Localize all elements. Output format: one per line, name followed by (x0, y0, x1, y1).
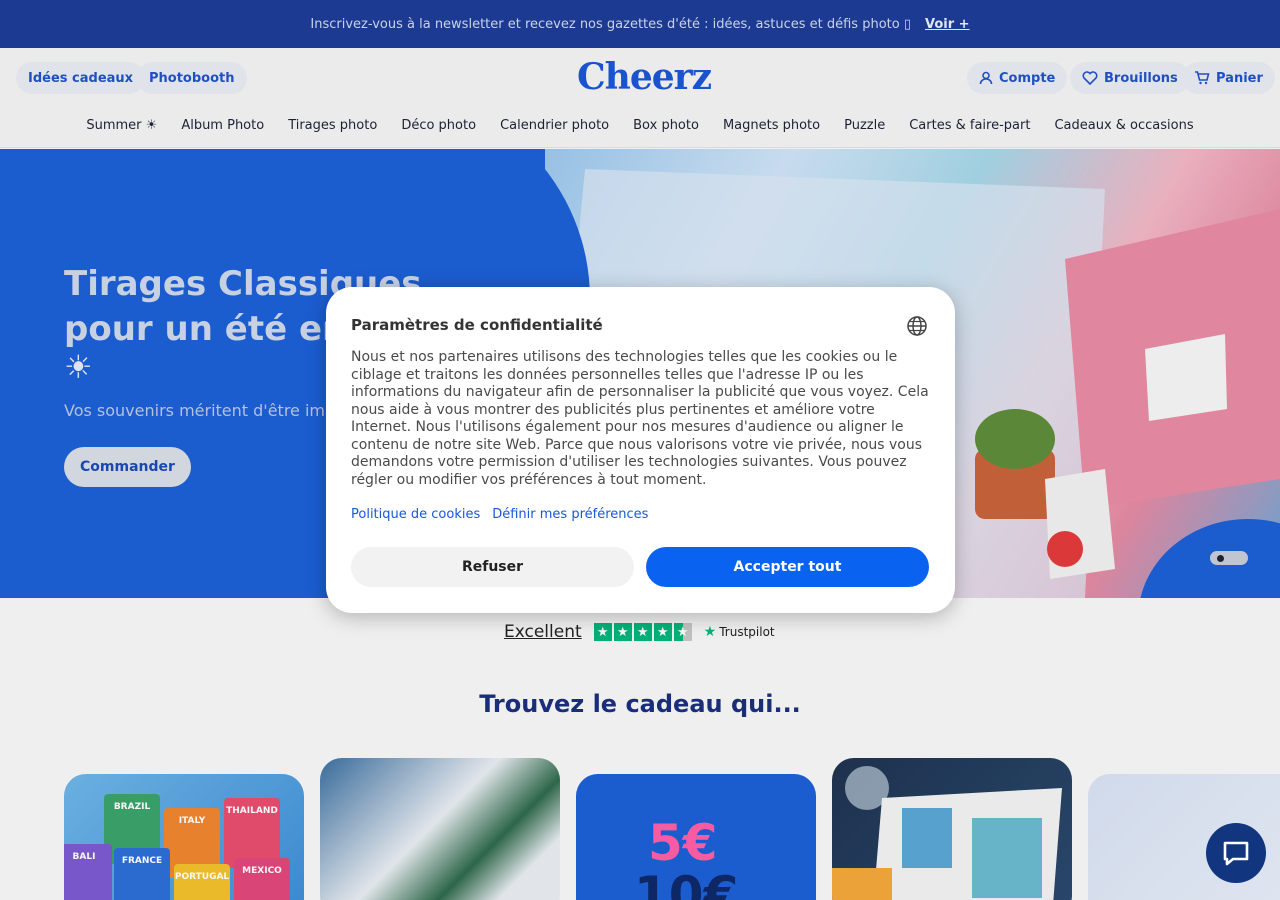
modal-body: Nous et nos partenaires utilisons des te… (351, 349, 929, 488)
chat-icon (1223, 841, 1249, 866)
refuse-button[interactable]: Refuser (351, 547, 634, 587)
chat-button[interactable] (1206, 823, 1266, 883)
newsletter-banner: Inscrivez-vous à la newsletter et receve… (0, 0, 1280, 48)
globe-icon[interactable] (906, 315, 928, 337)
privacy-modal: Paramètres de confidentialité Nous et no… (326, 287, 955, 613)
newsletter-text: Inscrivez-vous à la newsletter et receve… (310, 16, 911, 32)
accept-all-button[interactable]: Accepter tout (646, 547, 929, 587)
cookie-policy-link[interactable]: Politique de cookies (351, 507, 480, 522)
newsletter-link[interactable]: Voir + (925, 17, 970, 32)
preferences-link[interactable]: Définir mes préférences (492, 507, 648, 522)
modal-title: Paramètres de confidentialité (351, 316, 603, 334)
modal-links: Politique de cookies Définir mes préfére… (351, 507, 648, 522)
